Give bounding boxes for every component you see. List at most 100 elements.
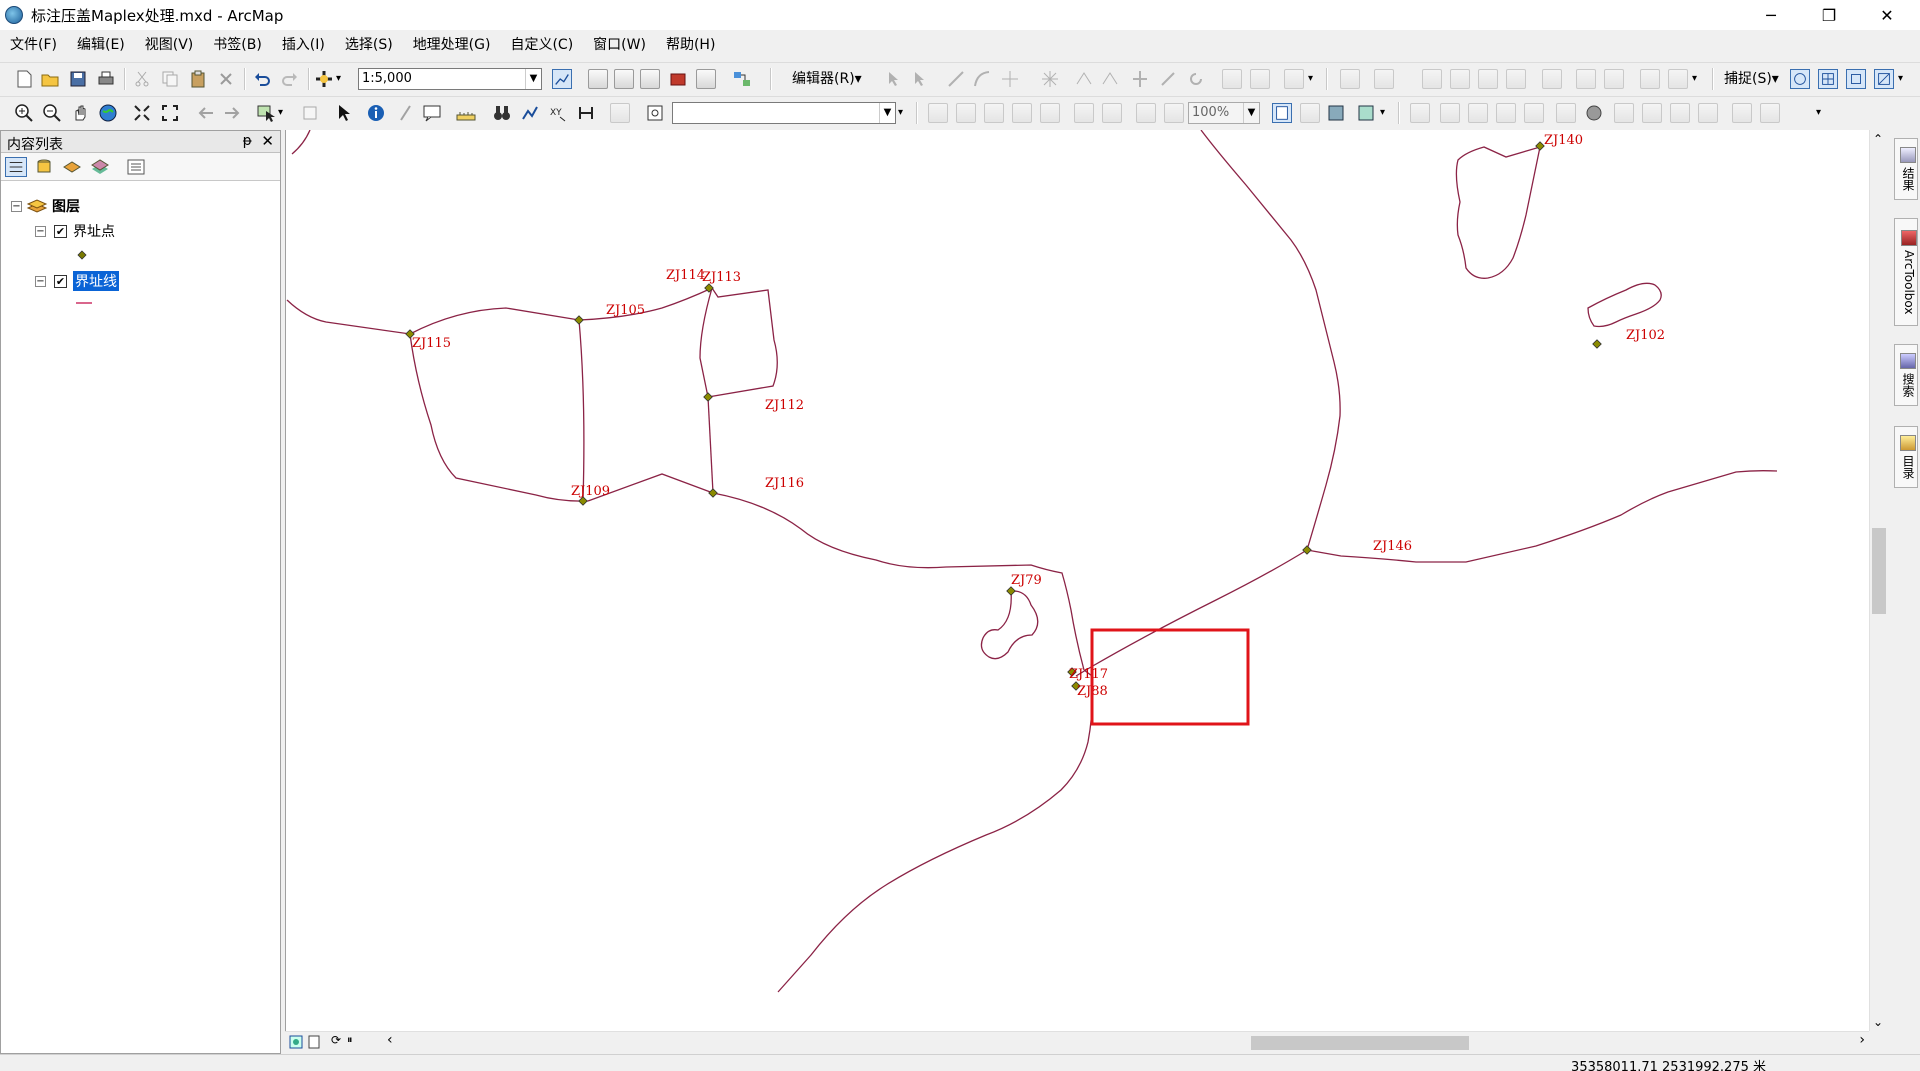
menu-selection[interactable]: 选择(S) [335,32,403,58]
clear-selection-icon[interactable] [300,103,320,123]
zoom-in-icon[interactable] [14,103,34,123]
toc-options-icon[interactable] [125,157,147,177]
layout-pan-icon[interactable] [984,103,1004,123]
add-data-dropdown-icon[interactable]: ▾ [336,69,356,89]
data-driven-pages-icon[interactable] [1356,103,1376,123]
attributes-icon[interactable] [1222,69,1242,89]
select-elements-arrow-icon[interactable] [334,103,354,123]
fixed-zoom-out-icon[interactable] [160,103,180,123]
html-popup-icon[interactable] [422,103,442,123]
editor-toolbar-icon[interactable] [552,69,572,89]
extend-icon[interactable] [1478,69,1498,89]
layer-visibility-checkbox[interactable]: ✔ [54,224,67,238]
layout-view-icon[interactable] [307,1035,321,1049]
vertical-scrollbar[interactable]: ⌃ ⌄ [1869,130,1887,1031]
topology-icon[interactable] [1340,69,1360,89]
catalog-window-icon[interactable] [614,69,634,89]
trim-icon[interactable] [1506,69,1526,89]
viewer-window-icon[interactable] [610,103,630,123]
menu-help[interactable]: 帮助(H) [656,32,725,58]
layer-name-label[interactable]: 界址点 [73,221,115,241]
results-tab[interactable]: 结果 [1894,138,1918,200]
hyperlink-icon[interactable] [396,103,416,123]
copy-features-icon[interactable] [1422,69,1442,89]
list-by-source-icon[interactable] [33,157,55,177]
close-button[interactable]: ✕ [1864,0,1910,30]
edit-tool-icon[interactable] [884,69,904,89]
minimize-button[interactable]: ─ [1748,0,1794,30]
arc-segment-icon[interactable] [972,69,992,89]
georef-icon-3[interactable] [1468,103,1488,123]
fixed-zoom-in-icon[interactable] [132,103,152,123]
menu-view[interactable]: 视图(V) [135,32,204,58]
pan-hand-icon[interactable] [70,103,90,123]
select-dropdown-icon[interactable]: ▾ [278,103,298,123]
full-extent-globe-icon[interactable] [98,103,118,123]
toolbar-overflow-icon-3[interactable]: ▾ [1898,69,1918,89]
print-icon[interactable] [96,69,116,89]
paste-icon[interactable] [188,69,208,89]
vertex-snapping-icon[interactable] [1846,69,1866,89]
horizontal-scrollbar[interactable]: ⟳ ⏸ ‹ › [285,1031,1869,1051]
save-icon[interactable] [68,69,88,89]
georef-icon-6[interactable] [1556,103,1576,123]
toolbar-overflow-icon-6[interactable]: ▾ [1816,103,1836,123]
end-snapping-icon[interactable] [1818,69,1838,89]
georef-icon-9[interactable] [1670,103,1690,123]
collapse-icon[interactable]: − [35,225,46,237]
layout-zoom-in-icon[interactable] [928,103,948,123]
measure-icon[interactable] [456,103,476,123]
point-tool-icon[interactable] [1000,69,1020,89]
identify-icon[interactable] [366,103,386,123]
sketch-properties-icon[interactable] [1250,69,1270,89]
georef-icon-2[interactable] [1440,103,1460,123]
vertex-tool-icon[interactable] [1040,69,1060,89]
layer-row-lines[interactable]: − ✔ 界址线 [35,270,119,292]
go-to-xy-icon[interactable]: XY [548,103,568,123]
focus-data-frame-icon[interactable] [1300,103,1320,123]
sphere-tool-icon[interactable] [1584,103,1604,123]
create-features-icon[interactable] [1284,69,1304,89]
georef-icon-7[interactable] [1614,103,1634,123]
toolbar-overflow-icon-4[interactable]: ▾ [898,103,918,123]
rotate-icon[interactable] [1186,69,1206,89]
change-layout-icon[interactable] [1326,103,1346,123]
advanced-edit-icon[interactable] [1374,69,1394,89]
vertical-scroll-thumb[interactable] [1872,528,1886,614]
map-scale-combobox[interactable]: 1:5,000 ▼ [358,68,542,90]
georef-icon-8[interactable] [1642,103,1662,123]
go-back-icon[interactable] [196,103,216,123]
collapse-icon[interactable]: − [11,200,22,212]
layer-row-points[interactable]: − ✔ 界址点 [35,220,115,242]
delete-icon[interactable] [216,69,236,89]
point-snapping-icon[interactable] [1790,69,1810,89]
data-view-icon[interactable] [289,1035,303,1049]
toolbar-overflow-icon-2[interactable]: ▾ [1692,69,1712,89]
catalog-tab[interactable]: 目录 [1894,426,1918,488]
line-intersection-icon[interactable] [1542,69,1562,89]
menu-insert[interactable]: 插入(I) [272,32,335,58]
arcmap-app-icon[interactable] [5,6,23,24]
fixed-layout-zoom-in-icon[interactable] [1074,103,1094,123]
copy-icon[interactable] [160,69,180,89]
arctoolbox-tab[interactable]: ArcToolbox [1894,218,1918,326]
list-by-drawing-order-icon[interactable] [5,157,27,177]
menu-edit[interactable]: 编辑(E) [67,32,135,58]
cut-polygon-icon[interactable] [1100,69,1120,89]
explode-icon[interactable] [1576,69,1596,89]
align-to-shape-icon[interactable] [1668,69,1688,89]
chevron-down-icon[interactable]: ▼ [879,103,895,123]
generalize-icon[interactable] [1604,69,1624,89]
menu-bookmarks[interactable]: 书签(B) [203,32,272,58]
reshape-icon[interactable] [1074,69,1094,89]
split-tool-icon[interactable] [1158,69,1178,89]
chevron-down-icon[interactable]: ▼ [1243,103,1259,123]
georef-icon-12[interactable] [1760,103,1780,123]
new-document-icon[interactable] [14,69,34,89]
scroll-down-icon[interactable]: ⌄ [1873,1015,1883,1029]
chevron-down-icon[interactable]: ▼ [525,69,541,89]
menu-file[interactable]: 文件(F) [0,32,67,58]
horizontal-scroll-thumb[interactable] [1251,1036,1469,1050]
refresh-icon[interactable]: ⟳ [331,1033,341,1047]
toc-close-button[interactable]: ✕ [261,132,274,150]
